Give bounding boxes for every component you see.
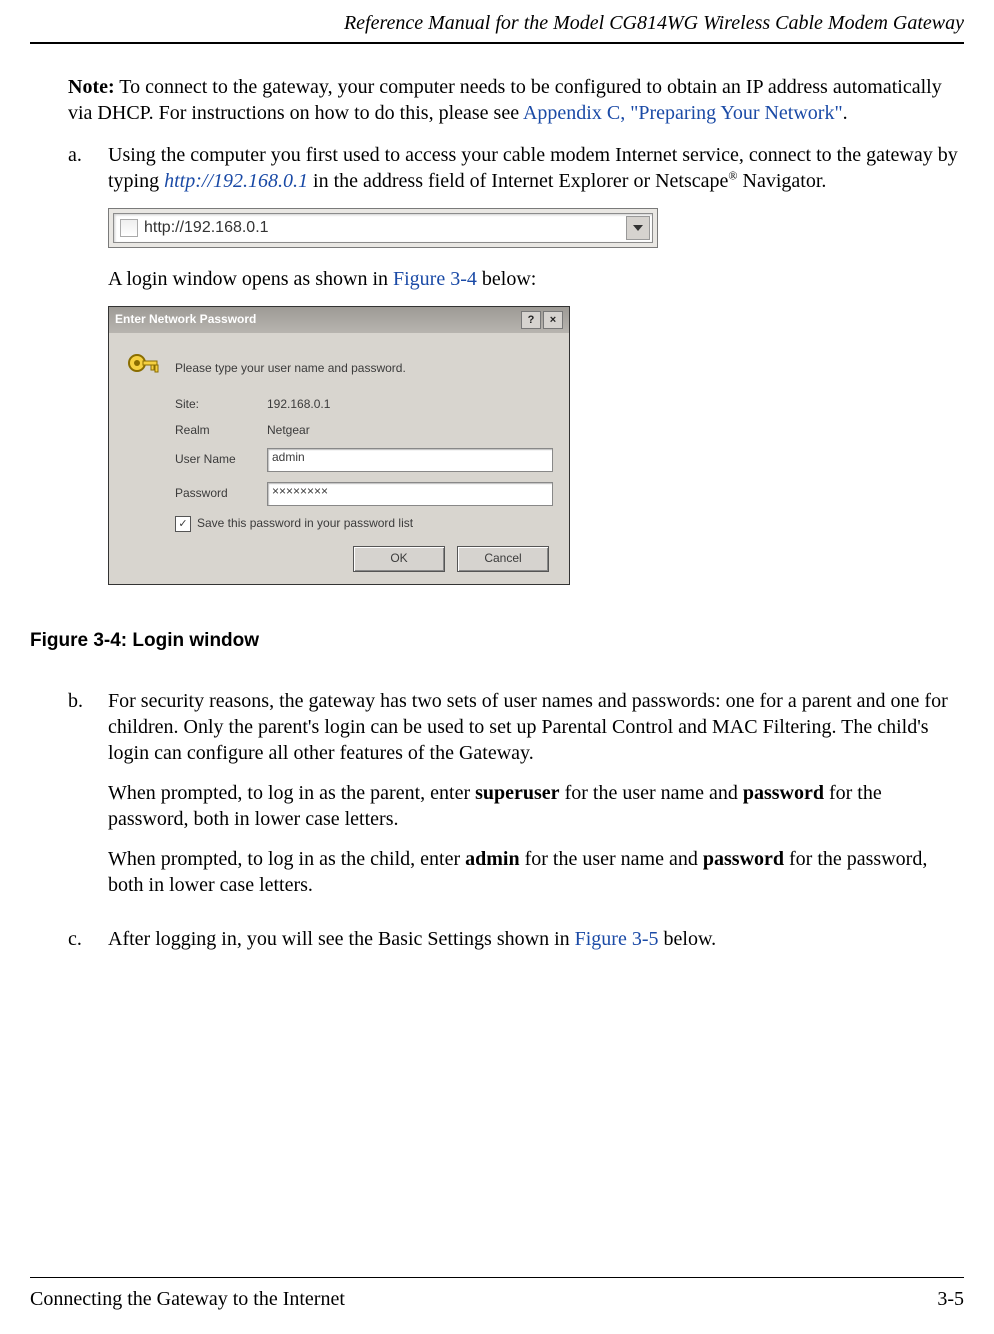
dialog-titlebar: Enter Network Password ? × [109, 307, 569, 333]
gateway-url-link[interactable]: http://192.168.0.1 [164, 170, 308, 192]
close-button[interactable]: × [543, 311, 563, 329]
registered-symbol: ® [728, 168, 737, 182]
superuser-bold: superuser [475, 782, 559, 804]
page-icon [120, 219, 138, 237]
dialog-prompt: Please type your user name and password. [175, 361, 406, 377]
note-label: Note: [68, 76, 115, 98]
realm-label: Realm [175, 423, 267, 439]
key-icon [125, 351, 161, 387]
footer-right: 3-5 [937, 1286, 964, 1312]
step-b: b. For security reasons, the gateway has… [68, 688, 964, 912]
login-dialog: Enter Network Password ? × [108, 306, 570, 585]
address-bar-value: http://192.168.0.1 [144, 218, 269, 239]
ok-button[interactable]: OK [353, 546, 445, 572]
step-a-tail: Navigator. [738, 170, 827, 192]
cancel-button[interactable]: Cancel [457, 546, 549, 572]
username-input[interactable]: admin [267, 448, 553, 472]
address-bar: http://192.168.0.1 [108, 208, 658, 248]
step-b-p3-mid: for the user name and [520, 848, 703, 870]
step-a-text-after: in the address field of Internet Explore… [308, 170, 728, 192]
password-bold-1: password [743, 782, 824, 804]
note-text-after: . [843, 102, 848, 124]
page-footer: Connecting the Gateway to the Internet 3… [30, 1277, 964, 1312]
chevron-down-icon [633, 225, 643, 231]
step-c-before: After logging in, you will see the Basic… [108, 928, 575, 950]
appendix-link[interactable]: Appendix C, "Preparing Your Network" [523, 102, 843, 124]
password-input[interactable]: ×××××××× [267, 482, 553, 506]
site-value: 192.168.0.1 [267, 397, 330, 413]
password-bold-2: password [703, 848, 784, 870]
step-c: c. After logging in, you will see the Ba… [68, 926, 964, 966]
password-label: Password [175, 486, 267, 502]
step-b-p3-before: When prompted, to log in as the child, e… [108, 848, 465, 870]
login-text-after: below: [477, 268, 536, 290]
address-bar-input[interactable]: http://192.168.0.1 [113, 213, 653, 243]
step-a: a. Using the computer you first used to … [68, 142, 964, 615]
username-label: User Name [175, 452, 267, 468]
note-block: Note: To connect to the gateway, your co… [68, 74, 964, 126]
step-c-after: below. [659, 928, 717, 950]
step-c-marker: c. [68, 926, 108, 966]
site-label: Site: [175, 397, 267, 413]
step-b-marker: b. [68, 688, 108, 912]
save-password-checkbox[interactable]: ✓ [175, 516, 191, 532]
address-dropdown-button[interactable] [626, 216, 650, 240]
save-password-label: Save this password in your password list [197, 516, 413, 532]
footer-left: Connecting the Gateway to the Internet [30, 1286, 345, 1312]
figure-caption: Figure 3-4: Login window [30, 629, 964, 654]
realm-value: Netgear [267, 423, 310, 439]
login-text-before: A login window opens as shown in [108, 268, 393, 290]
step-b-p1: For security reasons, the gateway has tw… [108, 688, 964, 766]
step-a-marker: a. [68, 142, 108, 615]
help-button[interactable]: ? [521, 311, 541, 329]
figure-3-4-link[interactable]: Figure 3-4 [393, 268, 477, 290]
admin-bold: admin [465, 848, 519, 870]
figure-3-5-link[interactable]: Figure 3-5 [575, 928, 659, 950]
step-b-p2-before: When prompted, to log in as the parent, … [108, 782, 475, 804]
step-b-p2-mid: for the user name and [560, 782, 743, 804]
page-header: Reference Manual for the Model CG814WG W… [30, 0, 964, 44]
dialog-title: Enter Network Password [115, 312, 256, 328]
